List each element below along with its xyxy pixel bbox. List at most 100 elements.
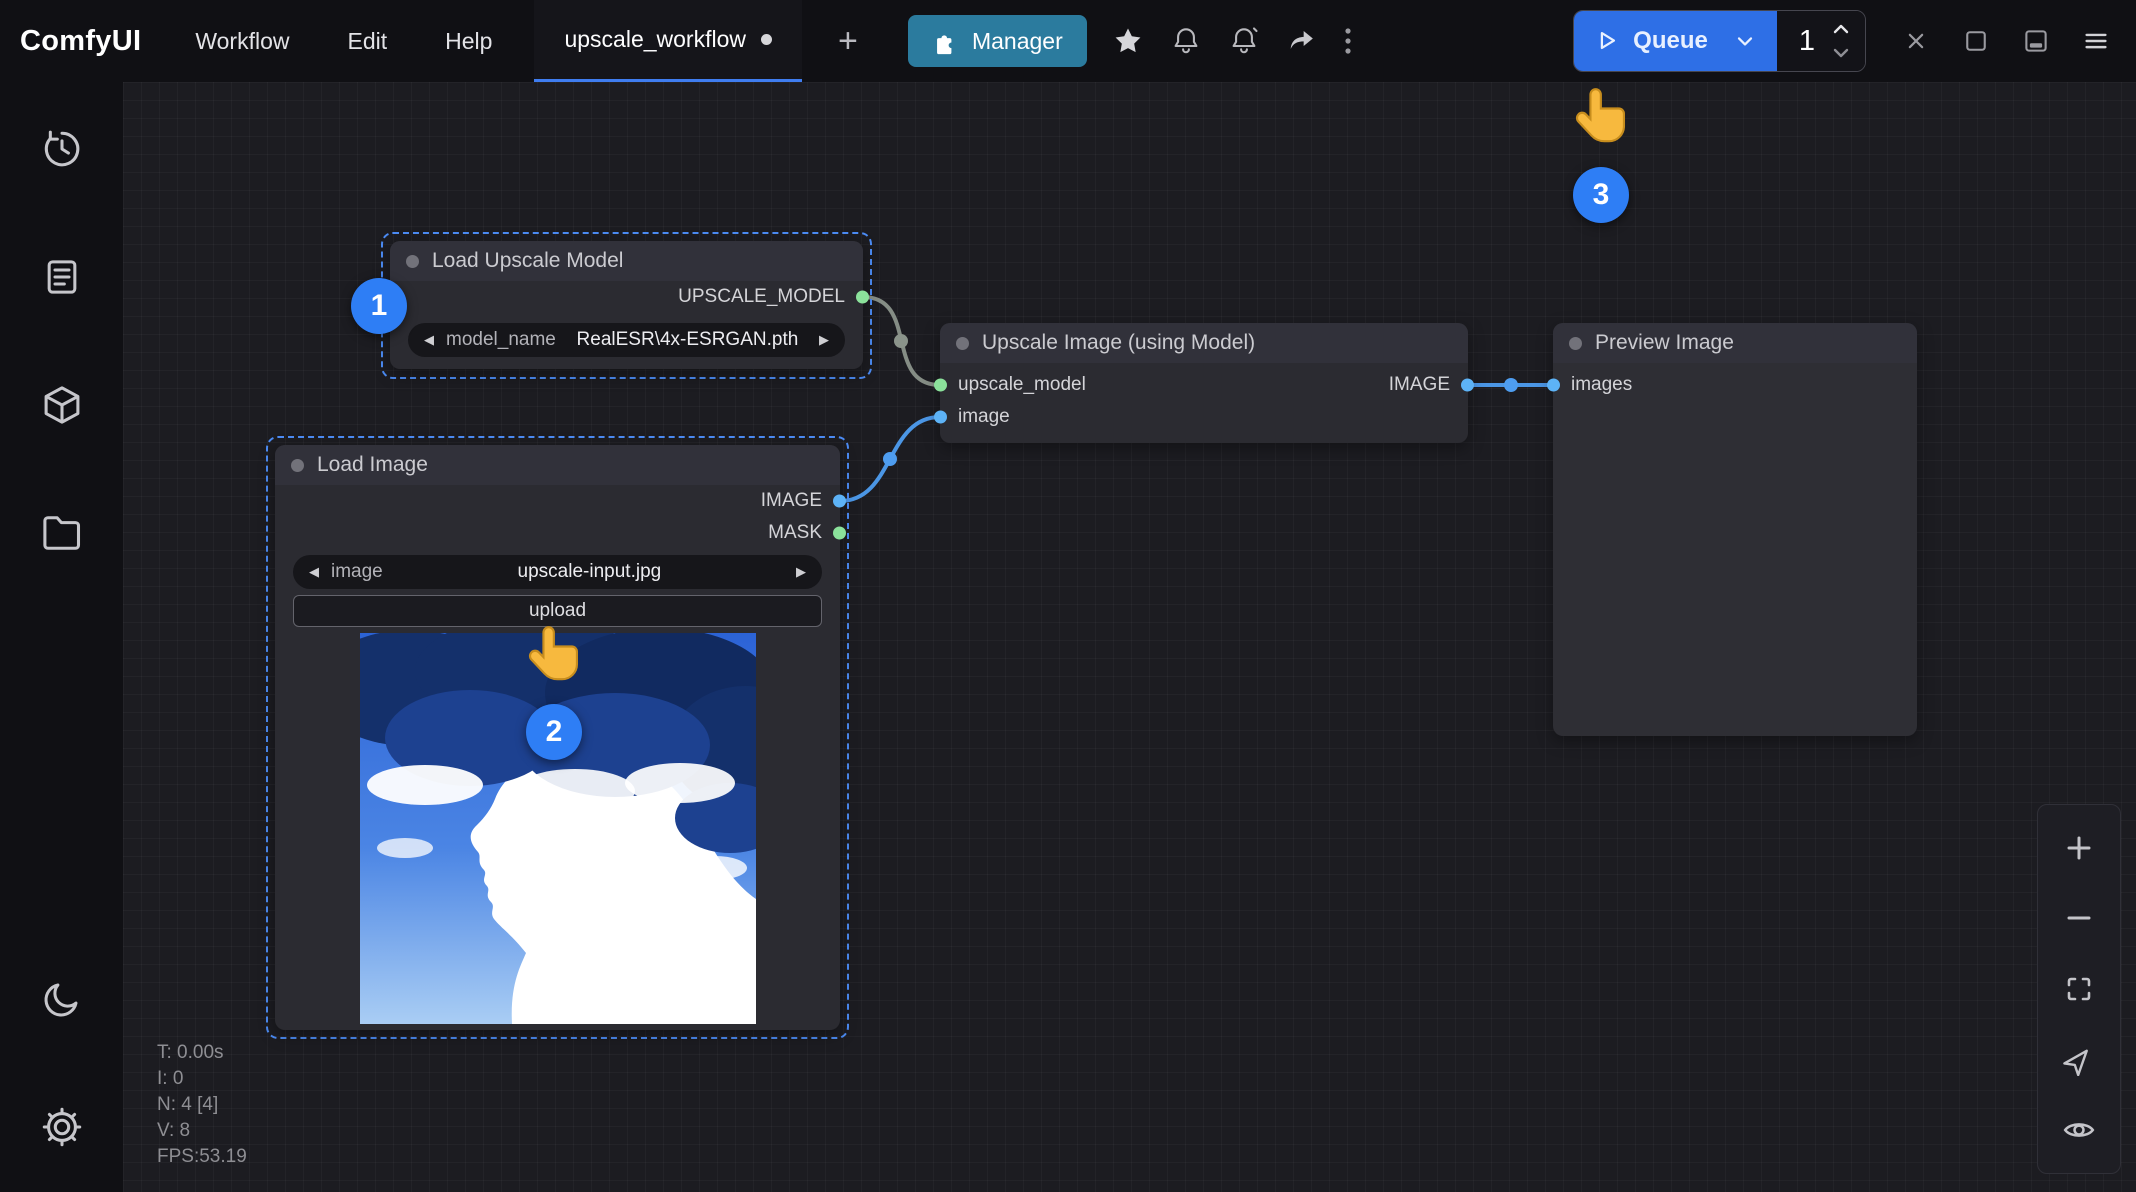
manager-label: Manager [972, 28, 1063, 55]
new-workflow-tab-button[interactable]: + [826, 19, 870, 63]
slot-label: images [1571, 374, 1632, 396]
slot-label: UPSCALE_MODEL [678, 286, 845, 308]
pointer-plane-icon [2063, 1044, 2095, 1076]
interrupt-button[interactable] [1894, 12, 1938, 70]
output-slot-dot-image[interactable] [833, 495, 846, 508]
input-slot-dot-image[interactable] [934, 411, 947, 424]
comfyui-window: ComfyUI Workflow Edit Help upscale_workf… [0, 0, 2136, 1192]
input-slot-dot-images[interactable] [1547, 379, 1560, 392]
queue-count-spinner [1827, 18, 1855, 64]
toggle-bottom-panel-button[interactable] [2014, 12, 2058, 70]
toggle-link-visibility-button[interactable] [2051, 1102, 2107, 1158]
node-header: Load Image [275, 445, 840, 485]
menu-workflow[interactable]: Workflow [195, 28, 289, 55]
settings-gear-icon [40, 1105, 84, 1149]
sidebar-node-library-button[interactable] [33, 248, 91, 306]
next-arrow-icon[interactable]: ▶ [819, 332, 829, 348]
prev-arrow-icon[interactable]: ◀ [309, 564, 319, 580]
output-slot-row: UPSCALE_MODEL [390, 281, 863, 313]
select-mode-button[interactable] [2051, 1032, 2107, 1088]
image-file-widget[interactable]: ◀ image upscale-input.jpg ▶ [293, 555, 822, 589]
workflows-folder-icon [40, 511, 84, 555]
focus-square-icon [1962, 27, 1990, 55]
zoom-out-icon [2063, 902, 2095, 934]
output-slot-dot-mask[interactable] [833, 527, 846, 540]
queue-count-field[interactable]: 1 [1777, 11, 1865, 71]
tutorial-step-badge-2: 2 [526, 704, 582, 760]
bell-alt-icon [1229, 26, 1259, 56]
node-library-icon [41, 256, 83, 298]
tab-upscale-workflow[interactable]: upscale_workflow [534, 0, 802, 82]
workflow-action-icons [1099, 12, 1365, 70]
node-header: Upscale Image (using Model) [940, 323, 1468, 363]
fit-view-button[interactable] [2051, 961, 2107, 1017]
bell-icon [1171, 26, 1201, 56]
manager-button[interactable]: Manager [908, 15, 1087, 67]
output-slot-dot-upscale-model[interactable] [856, 291, 869, 304]
spinner-down-button[interactable] [1827, 42, 1855, 64]
focus-mode-button[interactable] [1954, 12, 1998, 70]
puzzle-icon [932, 28, 959, 55]
sidebar-workflows-button[interactable] [33, 504, 91, 562]
slot-label: MASK [768, 522, 822, 544]
settings-button[interactable] [33, 1098, 91, 1156]
chevron-down-icon [1733, 29, 1757, 53]
bell-button[interactable] [1157, 12, 1215, 70]
stat-nodes: N: 4 [4] [157, 1092, 247, 1118]
node-title: Load Image [317, 453, 428, 477]
more-options-button[interactable] [1331, 12, 1365, 70]
node-load-upscale-model[interactable]: Load Upscale Model UPSCALE_MODEL ◀ model… [390, 241, 863, 369]
sidebar-history-button[interactable] [33, 120, 91, 178]
slot-label: IMAGE [761, 490, 822, 512]
zoom-in-button[interactable] [2051, 820, 2107, 876]
play-icon [1594, 28, 1620, 54]
node-upscale-image[interactable]: Upscale Image (using Model) upscale_mode… [940, 323, 1468, 443]
fit-view-icon [2063, 973, 2095, 1005]
spinner-up-button[interactable] [1827, 18, 1855, 40]
stat-fps: FPS:53.19 [157, 1144, 247, 1170]
star-button[interactable] [1099, 12, 1157, 70]
widget-label: model_name [446, 329, 556, 351]
node-preview-image[interactable]: Preview Image images [1553, 323, 1917, 736]
queue-label: Queue [1633, 27, 1708, 55]
eye-icon [2062, 1113, 2096, 1147]
menu-help[interactable]: Help [445, 28, 492, 55]
widget-label: image [331, 561, 383, 583]
theme-toggle-button[interactable] [33, 970, 91, 1028]
collapse-dot[interactable] [406, 255, 419, 268]
share-button[interactable] [1273, 12, 1331, 70]
menu-edit[interactable]: Edit [348, 28, 388, 55]
output-slot-row: IMAGE [275, 485, 840, 517]
queue-button[interactable]: Queue [1574, 11, 1777, 71]
model-library-icon [40, 383, 84, 427]
star-icon [1113, 26, 1143, 56]
stat-iterations: I: 0 [157, 1066, 247, 1092]
node-title: Load Upscale Model [432, 249, 623, 273]
left-sidebar [0, 82, 123, 1192]
stat-version: V: 8 [157, 1118, 247, 1144]
next-arrow-icon[interactable]: ▶ [796, 564, 806, 580]
node-header: Preview Image [1553, 323, 1917, 363]
bell-alt-button[interactable] [1215, 12, 1273, 70]
collapse-dot[interactable] [956, 337, 969, 350]
main-menu-button[interactable] [2074, 12, 2118, 70]
slot-label: image [958, 406, 1010, 428]
tab-title: upscale_workflow [564, 26, 746, 53]
loaded-image-preview [360, 633, 756, 1024]
collapse-dot[interactable] [1569, 337, 1582, 350]
share-icon [1287, 26, 1317, 56]
collapse-dot[interactable] [291, 459, 304, 472]
close-icon [1902, 27, 1930, 55]
zoom-out-button[interactable] [2051, 890, 2107, 946]
widget-value: RealESR\4x-ESRGAN.pth [568, 329, 807, 351]
slot-label: upscale_model [958, 374, 1086, 396]
pointing-hand-icon [528, 623, 580, 685]
sidebar-model-library-button[interactable] [33, 376, 91, 434]
graph-canvas[interactable]: Load Upscale Model UPSCALE_MODEL ◀ model… [123, 82, 2136, 1192]
input-slot-dot-upscale-model[interactable] [934, 379, 947, 392]
output-slot-row: MASK [275, 517, 840, 549]
model-name-widget[interactable]: ◀ model_name RealESR\4x-ESRGAN.pth ▶ [408, 323, 845, 357]
output-slot-dot-image[interactable] [1461, 379, 1474, 392]
prev-arrow-icon[interactable]: ◀ [424, 332, 434, 348]
widget-value: upscale-input.jpg [395, 561, 784, 583]
